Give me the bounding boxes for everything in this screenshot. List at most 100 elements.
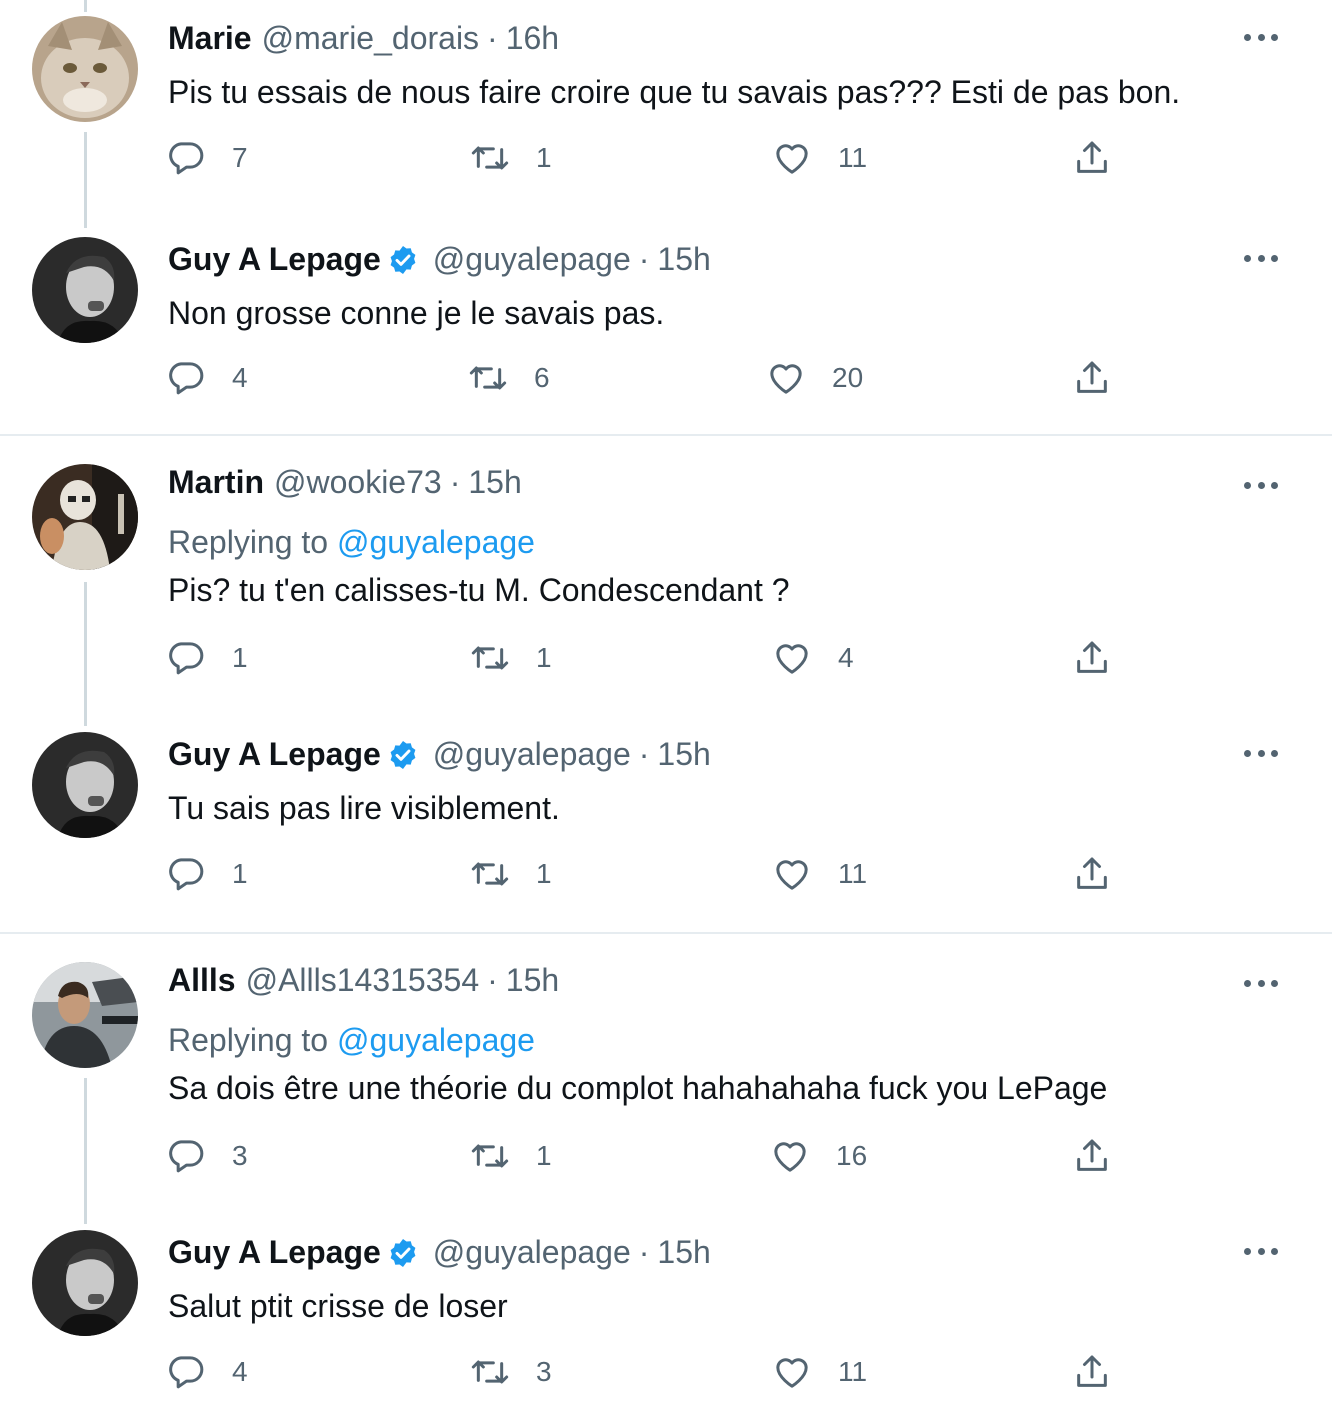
tweet-timestamp[interactable]: 15h [506,962,559,999]
reply-icon [169,1140,204,1173]
mention-link[interactable]: @guyalepage [337,1022,535,1058]
conversation-thread: Martin @wookie73 · 15h Replying to @guya… [0,436,1332,934]
retweet-icon [471,862,509,886]
tweet[interactable]: Guy A Lepage @guyalepage · 15h Non gross… [0,220,1332,432]
more-icon[interactable] [1244,32,1278,42]
like-count: 16 [836,1140,868,1171]
share-button[interactable] [1072,358,1112,398]
reply-button[interactable]: 7 [166,138,248,178]
tweet-timestamp[interactable]: 15h [657,241,710,278]
tweet-timestamp[interactable]: 15h [468,464,521,501]
tweet-text: Non grosse conne je le savais pas. [168,295,665,331]
reply-icon [169,642,204,675]
retweet-count: 3 [536,1356,552,1387]
retweet-button[interactable]: 1 [470,638,552,678]
verified-badge-icon [390,740,416,769]
reply-button[interactable]: 4 [166,358,248,398]
reply-count: 7 [232,142,248,173]
retweet-button[interactable]: 6 [468,358,550,398]
retweet-button[interactable]: 1 [470,854,552,894]
reply-button[interactable]: 1 [166,638,248,678]
user-handle[interactable]: @wookie73 [274,464,442,501]
display-name[interactable]: Martin [168,464,264,501]
like-button[interactable]: 20 [766,358,863,398]
tweet-timestamp[interactable]: 15h [657,1234,710,1271]
reply-icon [169,858,204,891]
like-count: 11 [838,142,868,173]
separator-dot: · [638,1234,650,1270]
mention-link[interactable]: @guyalepage [337,524,535,560]
like-button[interactable]: 11 [772,138,867,178]
user-avatar[interactable] [32,1230,138,1336]
display-name[interactable]: Marie [168,20,252,57]
user-avatar[interactable] [32,732,138,838]
more-icon[interactable] [1244,253,1278,263]
tweet-text: Tu sais pas lire visiblement. [168,790,560,826]
display-name[interactable]: Allls [168,962,236,999]
tweet-timestamp[interactable]: 15h [657,736,710,773]
conversation-thread: Allls @Allls14315354 · 15h Replying to @… [0,934,1332,1406]
replying-to: Replying to @guyalepage [168,1022,535,1059]
retweet-button[interactable]: 3 [470,1352,552,1392]
user-avatar[interactable] [32,16,138,122]
tweet[interactable]: Guy A Lepage @guyalepage · 15h Tu sais p… [0,726,1332,930]
like-icon [770,364,802,394]
display-name[interactable]: Guy A Lepage [168,1234,381,1271]
more-icon[interactable] [1244,978,1278,988]
retweet-button[interactable]: 1 [470,138,552,178]
user-handle[interactable]: @Allls14315354 [246,962,480,999]
retweet-icon [469,366,507,390]
share-icon [1077,857,1107,889]
replying-to-label: Replying to [168,1022,329,1058]
display-name[interactable]: Guy A Lepage [168,241,381,278]
verified-badge-icon [390,245,416,274]
reply-button[interactable]: 3 [166,1136,248,1176]
retweet-count: 1 [536,858,552,889]
tweet[interactable]: Marie @marie_dorais · 16h Pis tu essais … [0,0,1332,220]
user-handle[interactable]: @guyalepage [433,736,631,773]
separator-dot: · [638,241,650,277]
more-icon[interactable] [1244,480,1278,490]
share-button[interactable] [1072,1136,1112,1176]
tweet-actions: 4 6 20 [0,358,1332,408]
tweet[interactable]: Guy A Lepage @guyalepage · 15h Salut pti… [0,1224,1332,1406]
display-name[interactable]: Guy A Lepage [168,736,381,773]
share-button[interactable] [1072,1352,1112,1392]
user-handle[interactable]: @marie_dorais [262,20,479,57]
reply-icon [169,362,204,395]
separator-dot: · [449,464,461,500]
user-avatar[interactable] [32,237,138,343]
like-button[interactable]: 4 [772,638,854,678]
like-button[interactable]: 11 [772,854,867,894]
tweet[interactable]: Martin @wookie73 · 15h Replying to @guya… [0,436,1332,726]
reply-count: 4 [232,362,248,393]
more-icon[interactable] [1244,1246,1278,1256]
tweet-actions: 1 1 11 [0,854,1332,904]
man-bw-avatar [32,1230,138,1336]
retweet-button[interactable]: 1 [470,1136,552,1176]
share-button[interactable] [1072,854,1112,894]
share-icon [1077,361,1107,393]
retweet-icon [471,1144,509,1168]
reply-timeline: Marie @marie_dorais · 16h Pis tu essais … [0,0,1332,1406]
reply-button[interactable]: 4 [166,1352,248,1392]
user-avatar[interactable] [32,962,138,1068]
share-button[interactable] [1072,138,1112,178]
like-button[interactable]: 11 [772,1352,867,1392]
more-icon[interactable] [1244,748,1278,758]
tweet-actions: 4 3 11 [0,1352,1332,1402]
user-avatar[interactable] [32,464,138,570]
user-handle[interactable]: @guyalepage [433,241,631,278]
share-button[interactable] [1072,638,1112,678]
like-button[interactable]: 16 [770,1136,867,1176]
conversation-thread: Marie @marie_dorais · 16h Pis tu essais … [0,0,1332,436]
reply-icon [169,142,204,175]
separator-dot: · [638,736,650,772]
reply-count: 3 [232,1140,248,1171]
tweet-actions: 1 1 4 [0,638,1332,688]
reply-button[interactable]: 1 [166,854,248,894]
tweet-timestamp[interactable]: 16h [506,20,559,57]
like-icon [776,644,808,674]
user-handle[interactable]: @guyalepage [433,1234,631,1271]
tweet[interactable]: Allls @Allls14315354 · 15h Replying to @… [0,934,1332,1224]
